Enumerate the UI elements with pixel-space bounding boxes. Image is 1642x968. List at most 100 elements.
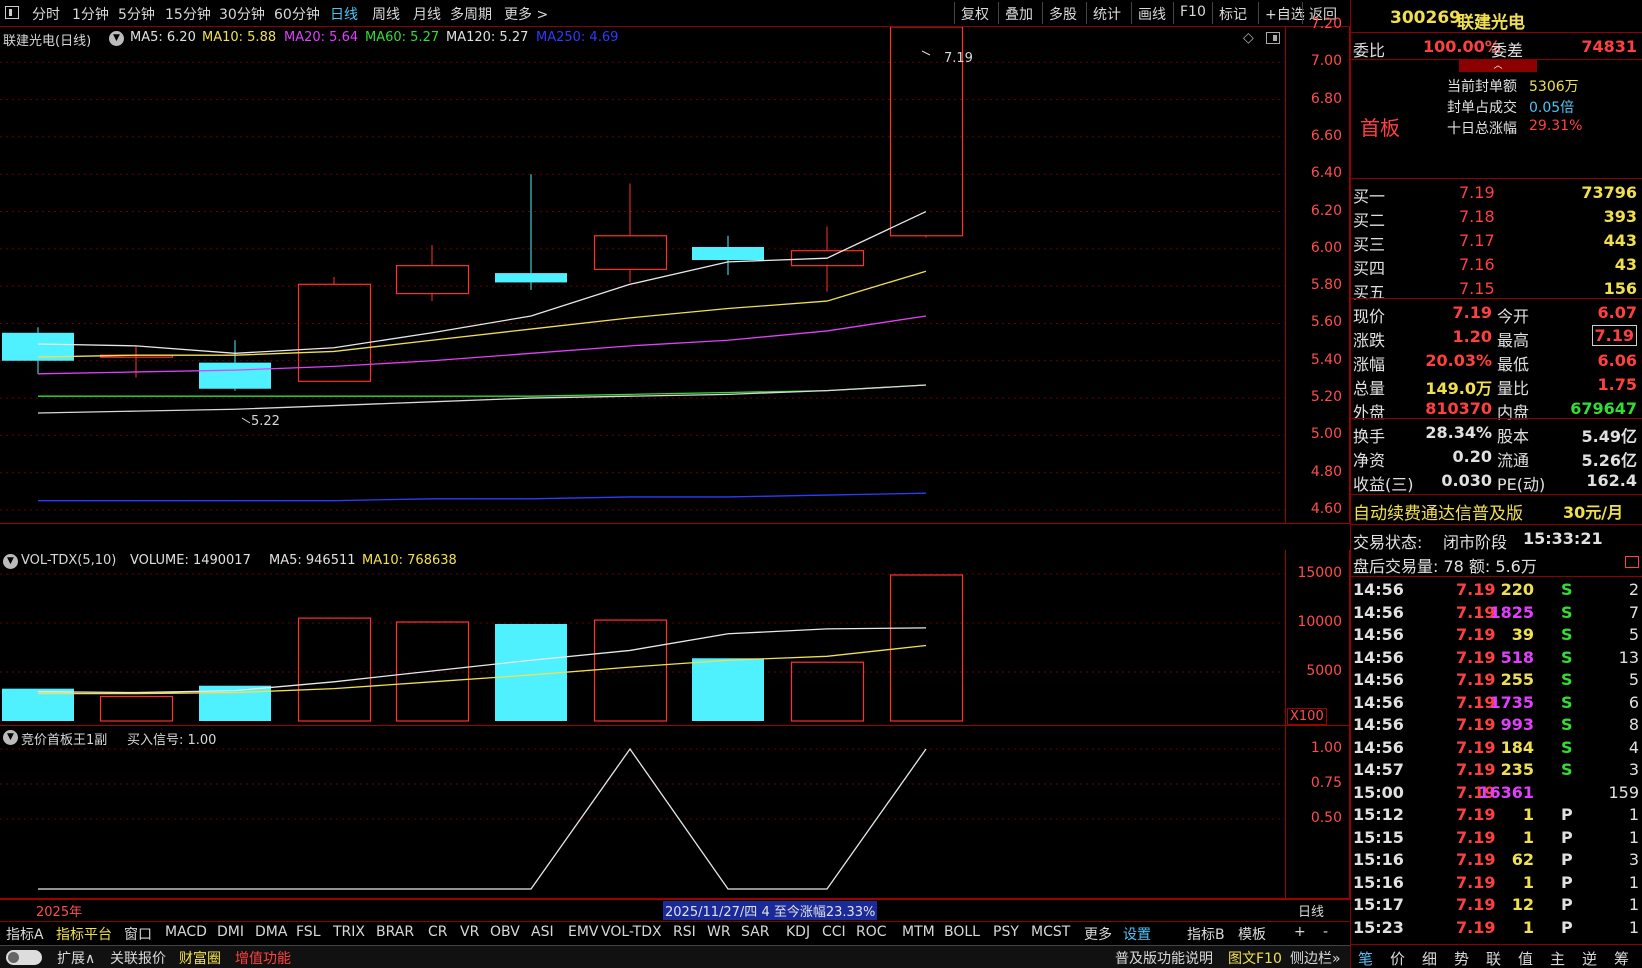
quote-panel-tab[interactable]: 势 — [1454, 948, 1469, 968]
period-tab-2[interactable]: 5分钟 — [118, 4, 155, 24]
expand-button[interactable]: 扩展∧ — [57, 948, 95, 968]
quote-panel-tab[interactable]: 主 — [1550, 948, 1565, 968]
indicator-tab[interactable]: MTM — [902, 924, 935, 940]
quote-panel-tab[interactable]: 值 — [1518, 948, 1533, 968]
period-indicator[interactable]: 日线 — [1298, 901, 1324, 920]
tick-price: 7.19 — [1456, 895, 1496, 914]
vol-y-tick-label: 15000 — [1297, 565, 1342, 581]
status-item-f10[interactable]: 图文F10 — [1228, 948, 1282, 968]
indicator-tab[interactable]: 指标平台 — [56, 924, 112, 944]
bid-row[interactable]: 买二 7.18 393 — [1351, 205, 1642, 230]
weicha-value: 74831 — [1581, 37, 1637, 56]
indicator-tab[interactable]: DMI — [217, 924, 244, 940]
ma5-line — [37, 210, 927, 354]
tick-time: 14:56 — [1353, 737, 1404, 757]
indicator-tab[interactable]: MCST — [1031, 924, 1070, 940]
tick-row: 15:12 7.19 1 P 1 — [1351, 803, 1642, 825]
toolbar-button-4[interactable]: 画线 — [1131, 2, 1172, 24]
toolbar-button-3[interactable]: 统计 — [1086, 2, 1127, 24]
indicator-tab[interactable]: + — [1294, 924, 1306, 940]
indicator-tab[interactable]: CR — [428, 924, 448, 940]
indicator-tab[interactable]: RSI — [673, 924, 696, 940]
ma10-line — [37, 270, 927, 358]
status-item-value-added[interactable]: 增值功能 — [235, 948, 291, 968]
status-bar: 扩展∧ 关联报价 财富圈 增值功能 普及版功能说明 图文F10 侧边栏» — [0, 945, 1350, 968]
period-tab-6[interactable]: 日线 — [330, 4, 358, 24]
status-item-feature-guide[interactable]: 普及版功能说明 — [1115, 948, 1213, 968]
status-item-sidebar[interactable]: 侧边栏» — [1290, 948, 1341, 968]
bid-row[interactable]: 买三 7.17 443 — [1351, 229, 1642, 254]
quote-panel-tab[interactable]: 细 — [1422, 948, 1437, 968]
promo-row[interactable]: 自动续费通达信普及版 30元/月 — [1351, 497, 1642, 524]
tick-count: 2 — [1628, 580, 1639, 599]
period-tab-7[interactable]: 周线 — [372, 4, 400, 24]
bid-price: 7.15 — [1459, 279, 1495, 298]
indicator-tab[interactable]: 设置 — [1123, 924, 1151, 944]
bid-row[interactable]: 买四 7.16 43 — [1351, 253, 1642, 278]
period-tab-0[interactable]: 分时 — [32, 4, 60, 24]
indicator-tab[interactable]: ROC — [856, 924, 887, 940]
trade-status-value: 闭市阶段 — [1443, 533, 1508, 552]
quote-panel-tab[interactable]: 笔 — [1358, 948, 1373, 968]
indicator-tab[interactable]: VOL-TDX — [601, 924, 662, 940]
indicator-tab[interactable]: SAR — [741, 924, 769, 940]
quote-panel-tab[interactable]: 逆 — [1582, 948, 1597, 968]
volume-chart-svg[interactable] — [0, 550, 1285, 726]
tick-volume: 993 — [1500, 715, 1534, 734]
toggle-switch[interactable] — [6, 950, 42, 965]
indicator-tab[interactable]: 指标B — [1187, 924, 1225, 944]
period-tab-8[interactable]: 月线 — [413, 4, 441, 24]
menu-icon[interactable] — [5, 6, 19, 19]
status-item-related-quote[interactable]: 关联报价 — [110, 948, 166, 968]
toolbar-button-1[interactable]: 叠加 — [998, 2, 1039, 24]
indicator-tab[interactable]: 指标A — [6, 924, 44, 944]
promo-text[interactable]: 自动续费通达信普及版 — [1353, 499, 1523, 524]
tick-row: 14:56 7.19 184 S 4 — [1351, 736, 1642, 758]
tick-side: S — [1561, 580, 1573, 599]
indicator-tab[interactable]: VR — [460, 924, 479, 940]
indicator-tab[interactable]: OBV — [490, 924, 520, 940]
indicator-tab[interactable]: - — [1323, 924, 1328, 940]
stat-row: 涨跌 1.20 最高 7.19 — [1351, 325, 1642, 350]
period-tab-3[interactable]: 15分钟 — [165, 4, 211, 24]
tick-row: 15:17 7.19 12 P 1 — [1351, 893, 1642, 915]
period-tab-10[interactable]: 更多 > — [504, 4, 548, 24]
toolbar-button-5[interactable]: F10 — [1173, 2, 1212, 24]
toolbar-button-2[interactable]: 多股 — [1042, 2, 1083, 24]
promo-price[interactable]: 30元/月 — [1563, 499, 1623, 523]
tick-volume: 518 — [1500, 647, 1534, 667]
indicator-tab[interactable]: KDJ — [786, 924, 810, 940]
main-chart-svg[interactable] — [0, 27, 1285, 524]
tick-volume: 16361 — [1478, 782, 1534, 802]
indicator-tab[interactable]: TRIX — [333, 924, 365, 940]
indicator-tab[interactable]: BOLL — [944, 924, 980, 940]
indicator-tab[interactable]: ASI — [531, 924, 554, 940]
toolbar-button-6[interactable]: 标记 — [1212, 2, 1253, 24]
status-item-wealth-circle[interactable]: 财富圈 — [179, 948, 221, 968]
quote-panel-tab[interactable]: 筹 — [1614, 948, 1629, 968]
calendar-icon[interactable] — [1625, 556, 1639, 568]
indicator-tab[interactable]: 更多 — [1084, 924, 1112, 944]
stat-label: 现价 — [1353, 307, 1386, 326]
indicator-tab[interactable]: PSY — [993, 924, 1019, 940]
indicator-tab[interactable]: MACD — [165, 924, 207, 940]
period-tab-4[interactable]: 30分钟 — [219, 4, 265, 24]
indicator-tab[interactable]: CCI — [822, 924, 846, 940]
indicator-tab[interactable]: DMA — [255, 924, 287, 940]
quote-panel-tab[interactable]: 价 — [1390, 948, 1405, 968]
indicator-tab[interactable]: BRAR — [376, 924, 414, 940]
toolbar-button-0[interactable]: 复权 — [954, 2, 995, 24]
indicator-chart-svg[interactable] — [0, 726, 1285, 899]
quote-panel-tab[interactable]: 联 — [1486, 948, 1501, 968]
period-tab-1[interactable]: 1分钟 — [72, 4, 109, 24]
period-tab-5[interactable]: 60分钟 — [274, 4, 320, 24]
indicator-tab[interactable]: FSL — [296, 924, 321, 940]
collapse-button[interactable]: ︿ — [1459, 60, 1537, 72]
indicator-tab[interactable]: EMV — [568, 924, 599, 940]
bid-row[interactable]: 买一 7.19 73796 — [1351, 181, 1642, 206]
indicator-tab[interactable]: WR — [707, 924, 731, 940]
indicator-tab[interactable]: 窗口 — [124, 924, 152, 944]
stat-value: 679647 — [1570, 399, 1637, 418]
indicator-tab[interactable]: 模板 — [1238, 924, 1266, 944]
period-tab-9[interactable]: 多周期 — [450, 4, 492, 24]
